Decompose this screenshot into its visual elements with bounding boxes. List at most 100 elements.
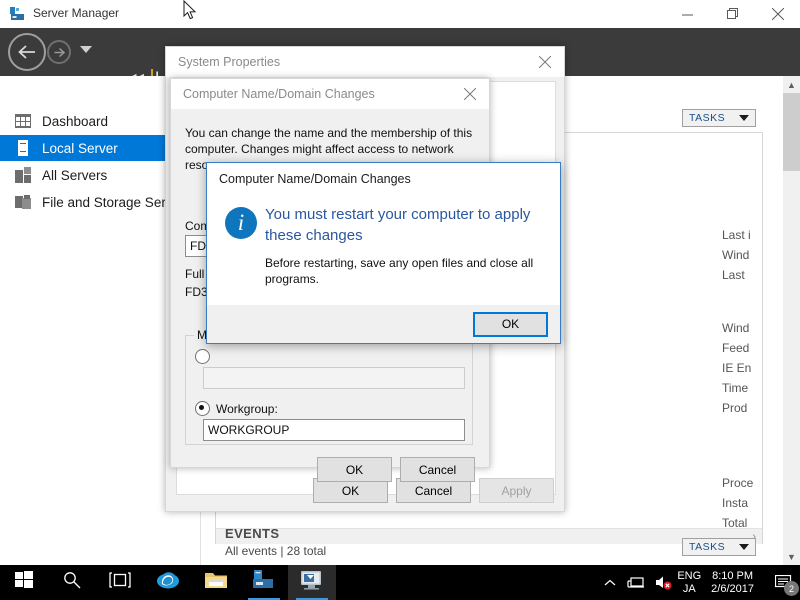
dialog-title: System Properties xyxy=(178,55,281,69)
property-label: Last xyxy=(722,268,745,282)
message-box-body: i You must restart your computer to appl… xyxy=(207,195,560,307)
dialog-title-bar: Computer Name/Domain Changes xyxy=(171,79,489,109)
cancel-button[interactable]: Cancel xyxy=(400,457,475,482)
property-label: Wind xyxy=(722,321,750,335)
all-servers-icon xyxy=(14,166,32,184)
events-title: EVENTS xyxy=(225,526,280,541)
server-manager-icon xyxy=(251,569,277,596)
property-label: Insta xyxy=(722,496,749,510)
property-label: Wind xyxy=(722,248,750,262)
apply-button: Apply xyxy=(479,478,554,503)
properties-tasks-button[interactable]: TASKS xyxy=(682,109,756,127)
mouse-cursor xyxy=(183,0,197,27)
content-vscrollbar[interactable]: ▲ ▼ xyxy=(783,76,800,565)
properties-hscrollbar[interactable]: › xyxy=(216,528,762,544)
property-label: IE En xyxy=(722,361,752,375)
server-manager-icon xyxy=(10,6,26,22)
language-line-1: ENG xyxy=(677,569,702,582)
chevron-up-icon[interactable] xyxy=(597,579,623,587)
internet-explorer-icon xyxy=(156,568,180,597)
clock-date: 2/6/2017 xyxy=(711,582,754,595)
domain-radio[interactable] xyxy=(195,349,216,364)
system-tray: ENG JA 8:10 PM 2/6/2017 2 xyxy=(597,565,800,600)
tasks-label: TASKS xyxy=(689,112,726,124)
start-button[interactable] xyxy=(0,565,48,600)
taskbar: ENG JA 8:10 PM 2/6/2017 2 xyxy=(0,565,800,600)
ok-label: OK xyxy=(501,317,520,331)
apply-label: Apply xyxy=(501,483,532,498)
close-icon[interactable] xyxy=(451,79,489,109)
chevron-down-icon xyxy=(739,115,749,121)
sidebar-item-label: Dashboard xyxy=(42,113,109,129)
restart-required-message-box: Computer Name/Domain Changes i You must … xyxy=(206,162,561,344)
minimize-icon[interactable] xyxy=(665,0,710,28)
message-box-title-bar: Computer Name/Domain Changes xyxy=(207,163,560,195)
workgroup-radio-label: Workgroup: xyxy=(216,401,278,416)
property-label: Last i xyxy=(722,228,751,242)
dialog-title-bar: System Properties xyxy=(166,47,564,77)
workgroup-input[interactable]: WORKGROUP xyxy=(203,419,465,441)
cancel-label: Cancel xyxy=(418,462,457,477)
chevron-down-icon[interactable] xyxy=(80,46,92,53)
workgroup-radio[interactable]: Workgroup: xyxy=(195,401,278,416)
forward-arrow-icon[interactable] xyxy=(47,40,71,64)
chevron-down-icon[interactable]: ▼ xyxy=(783,548,800,565)
ok-button[interactable]: OK xyxy=(473,311,548,337)
sidebar-item-label: Local Server xyxy=(42,140,118,156)
window-controls xyxy=(665,0,800,28)
radio-indicator xyxy=(195,401,210,416)
info-icon: i xyxy=(225,207,257,239)
file-explorer-icon xyxy=(204,570,228,595)
taskbar-app-file-explorer[interactable] xyxy=(192,565,240,600)
taskbar-app-server-manager[interactable] xyxy=(240,565,288,600)
scrollbar-thumb[interactable] xyxy=(783,93,800,171)
notification-badge: 2 xyxy=(784,581,799,596)
volume-muted-icon[interactable] xyxy=(649,575,677,590)
events-tasks-button[interactable]: TASKS xyxy=(682,538,756,556)
network-icon[interactable] xyxy=(623,575,649,590)
cancel-label: Cancel xyxy=(414,483,453,498)
window-title: Server Manager xyxy=(33,6,120,20)
radio-indicator xyxy=(195,349,210,364)
language-indicator[interactable]: ENG JA xyxy=(677,570,701,596)
chevron-down-icon xyxy=(739,544,749,550)
search-button[interactable] xyxy=(48,565,96,600)
domain-input[interactable] xyxy=(203,367,465,389)
property-label: Time xyxy=(722,381,749,395)
taskbar-app-remote-desktop[interactable] xyxy=(288,565,336,600)
windows-logo-icon xyxy=(15,571,33,594)
clock-time: 8:10 PM xyxy=(712,569,754,582)
restore-icon[interactable] xyxy=(710,0,755,28)
message-box-text: Before restarting, save any open files a… xyxy=(265,256,534,286)
message-box-footer: OK xyxy=(207,305,560,343)
ok-button[interactable]: OK xyxy=(317,457,392,482)
ok-label: OK xyxy=(345,462,364,477)
clock[interactable]: 8:10 PM 2/6/2017 xyxy=(711,570,754,596)
server-icon xyxy=(14,139,32,157)
close-icon[interactable] xyxy=(526,47,564,77)
language-line-2: JA xyxy=(682,582,696,595)
file-storage-icon xyxy=(14,193,32,211)
dialog-title: Computer Name/Domain Changes xyxy=(183,87,375,101)
dashboard-icon xyxy=(14,112,32,130)
property-label: Proce xyxy=(722,476,754,490)
close-icon[interactable] xyxy=(755,0,800,28)
events-subtitle: All events | 28 total xyxy=(225,544,327,558)
property-label: Feed xyxy=(722,341,750,355)
sidebar-item-label: File and Storage Ser xyxy=(42,194,166,210)
task-view-button[interactable] xyxy=(96,565,144,600)
taskbar-app-internet-explorer[interactable] xyxy=(144,565,192,600)
tasks-label: TASKS xyxy=(689,541,726,553)
remote-desktop-icon xyxy=(299,569,325,596)
workgroup-value: WORKGROUP xyxy=(208,423,290,437)
title-bar: Server Manager xyxy=(0,0,800,28)
chevron-up-icon[interactable]: ▲ xyxy=(783,76,800,93)
message-box-title: Computer Name/Domain Changes xyxy=(219,172,411,186)
back-arrow-icon[interactable] xyxy=(8,33,46,71)
screen: Server Manager Dashboard Local Server Al… xyxy=(0,0,800,600)
computer-name-dialog-buttons: OK Cancel xyxy=(171,457,489,482)
task-view-icon xyxy=(109,572,131,593)
action-center-icon[interactable]: 2 xyxy=(766,565,800,600)
search-icon xyxy=(63,571,81,594)
property-label: Prod xyxy=(722,401,748,415)
